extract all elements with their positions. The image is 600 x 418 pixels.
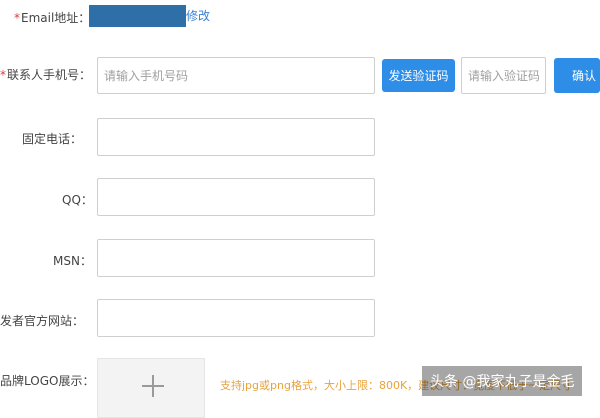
phone-input[interactable] — [97, 57, 375, 94]
watermark: 头条 @我家丸子是金毛 — [422, 366, 583, 396]
email-label-text: Email地址： — [21, 11, 91, 25]
required-mark: * — [0, 68, 6, 82]
website-label: 发者官方网站： — [0, 314, 85, 328]
masked-email-value — [89, 5, 186, 27]
website-input[interactable] — [97, 299, 375, 337]
confirm-button[interactable]: 确认 — [554, 58, 600, 93]
msn-label: MSN： — [53, 254, 92, 268]
fixed-phone-input[interactable] — [97, 118, 375, 156]
qq-input[interactable] — [97, 178, 375, 216]
qq-label: QQ： — [62, 193, 93, 207]
edit-email-link[interactable]: 修改 — [186, 7, 210, 24]
phone-label-text: 联系人手机号： — [7, 68, 92, 82]
plus-icon — [142, 375, 164, 397]
verification-code-input[interactable] — [461, 57, 546, 94]
logo-label: 品牌LOGO展示： — [0, 374, 95, 388]
phone-label: *联系人手机号： — [0, 66, 91, 83]
fixed-phone-label: 固定电话： — [22, 132, 83, 146]
logo-upload-box[interactable] — [97, 358, 205, 418]
required-mark: * — [14, 11, 20, 25]
send-code-button[interactable]: 发送验证码 — [382, 59, 455, 92]
msn-input[interactable] — [97, 239, 375, 277]
email-label: *Email地址： — [14, 9, 90, 26]
